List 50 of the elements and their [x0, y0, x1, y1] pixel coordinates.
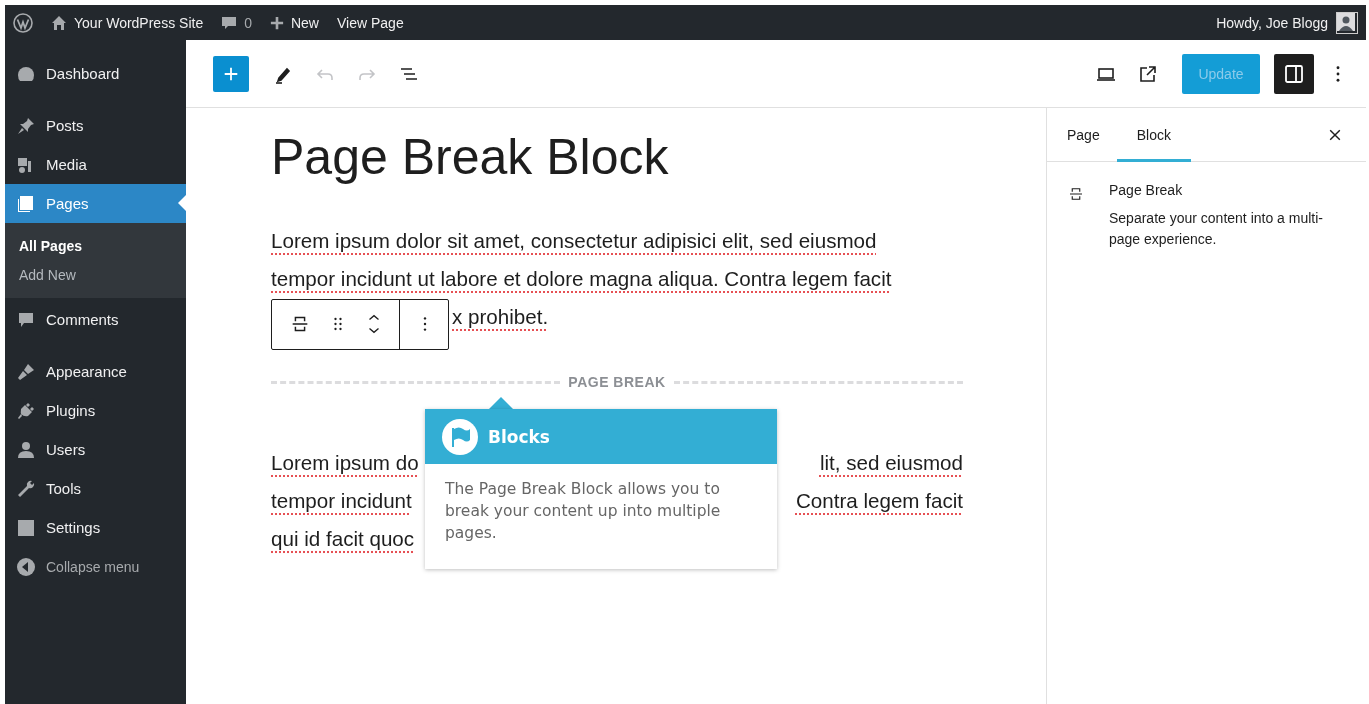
sidebar-menu-item[interactable]: Comments	[5, 300, 186, 339]
sidebar-menu-item[interactable]: Users	[5, 430, 186, 469]
brush-icon	[16, 361, 36, 382]
comments-link[interactable]: 0	[221, 14, 252, 31]
paragraph-fragment[interactable]: lit, sed eiusmod	[819, 444, 963, 482]
settings-toggle-button[interactable]	[1274, 53, 1314, 94]
panel-tab[interactable]: Block	[1116, 108, 1191, 162]
sidebar-menu-item[interactable]: Media	[5, 145, 186, 184]
page-break-label: PAGE BREAK	[568, 374, 666, 390]
sidebar-menu-item[interactable]: Settings	[5, 508, 186, 547]
sidebar-menu-item[interactable]: Tools	[5, 469, 186, 508]
avatar-icon[interactable]	[1336, 11, 1358, 34]
paragraph-line[interactable]: tempor incidunt ut labore et dolore magna aliqua. Contra legem facit	[271, 260, 963, 298]
block-description: Separate your content into a multi-page experience.	[1109, 209, 1324, 249]
page-title[interactable]: Page Break Block	[271, 128, 963, 186]
collapse-icon	[16, 556, 36, 577]
submenu-item[interactable]: Add New	[5, 261, 186, 290]
pin-icon	[16, 115, 36, 136]
collapse-menu-button[interactable]: Collapse menu	[5, 547, 186, 586]
plug-icon	[16, 400, 36, 421]
more-options-icon[interactable]	[423, 316, 427, 332]
paragraph-fragment[interactable]: tempor incidunt	[271, 482, 412, 520]
paragraph-fragment[interactable]: Lorem ipsum do	[271, 444, 419, 482]
site-link[interactable]: Your WordPress Site	[51, 14, 204, 31]
paragraph-line[interactable]: x prohibet.	[452, 298, 549, 336]
panel-tab[interactable]: Page	[1050, 108, 1117, 162]
home-icon	[51, 14, 67, 31]
new-link[interactable]: New	[269, 14, 319, 31]
user-icon	[16, 439, 36, 460]
pages-icon	[16, 193, 36, 214]
paragraph-fragment[interactable]: qui id facit quoc	[271, 520, 415, 558]
sidebar-menu-item[interactable]: Dashboard	[5, 54, 186, 93]
add-block-button[interactable]	[213, 55, 249, 92]
block-name: Page Break	[1109, 182, 1184, 198]
view-page-link[interactable]: View Page	[337, 14, 404, 31]
account-greeting[interactable]: Howdy, Joe Blogg	[1216, 14, 1328, 31]
sidebar-menu-item[interactable]: Appearance	[5, 352, 186, 391]
sidebar-menu-item[interactable]: Posts	[5, 106, 186, 145]
paragraph-fragment[interactable]: Contra legem facit	[795, 482, 963, 520]
tooltip-text: The Page Break Block allows you to break your content up into multiple pages.	[444, 479, 722, 544]
plus-icon	[269, 15, 284, 30]
flag-icon	[442, 418, 478, 455]
comment-icon	[221, 14, 238, 31]
submenu-item[interactable]: All Pages	[5, 232, 186, 261]
wordpress-logo-icon[interactable]	[13, 12, 33, 33]
tooltip-title: Blocks	[488, 426, 550, 447]
sidebar-menu-item[interactable]: Pages	[5, 184, 186, 223]
wrench-icon	[16, 478, 36, 499]
sidebar-menu-item[interactable]: Plugins	[5, 391, 186, 430]
paragraph-line[interactable]: Lorem ipsum dolor sit amet, consectetur adipisici elit, sed eiusmod	[271, 222, 963, 260]
